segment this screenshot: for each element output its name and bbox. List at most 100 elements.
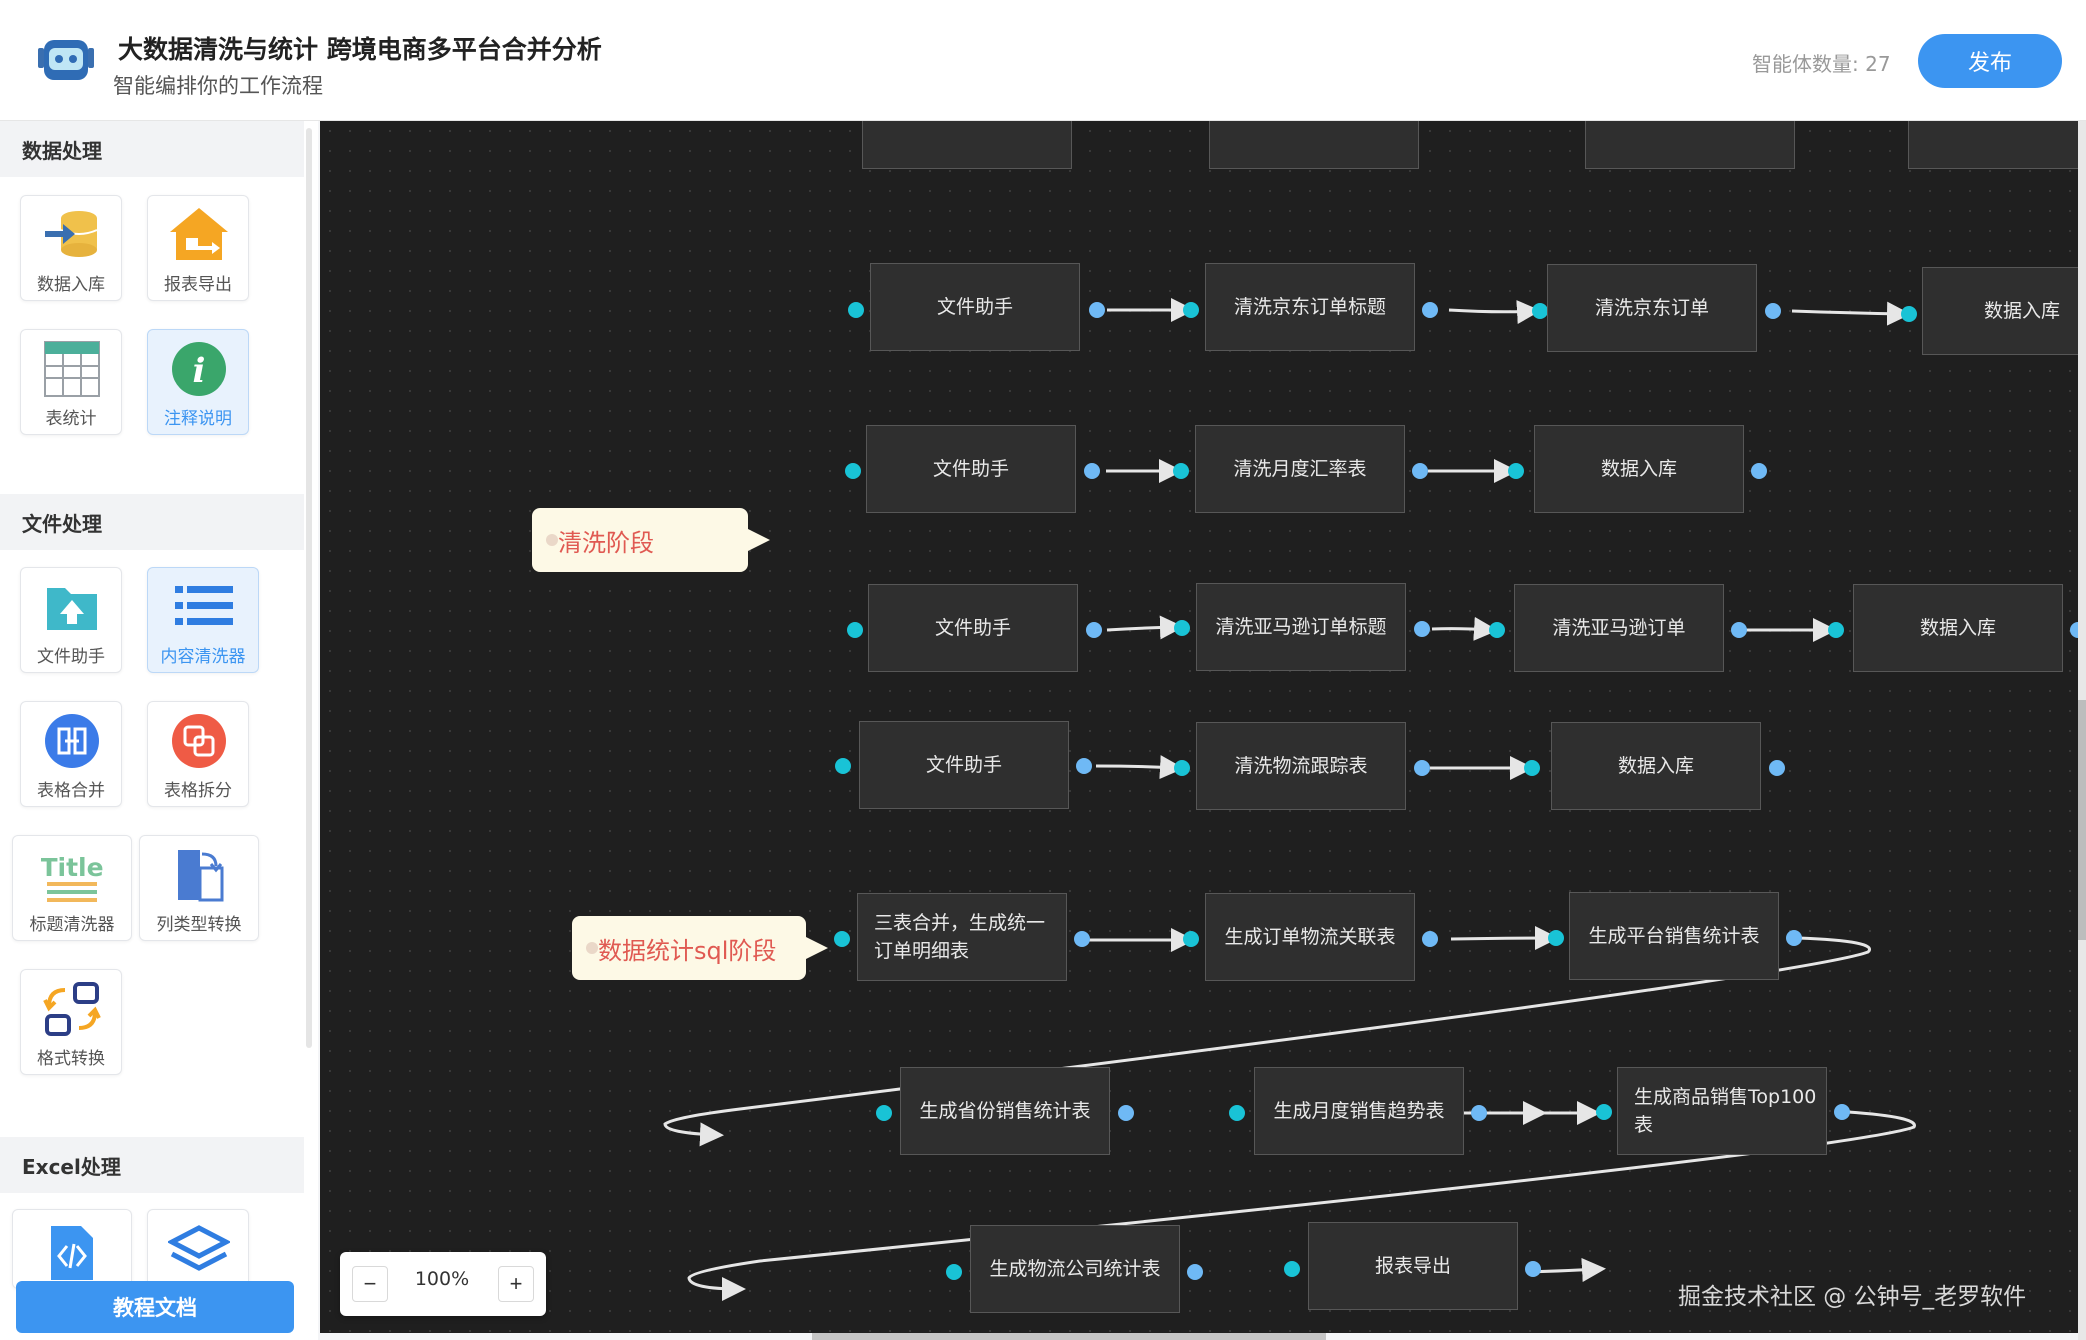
note-stats-stage[interactable]: 数据统计sql阶段 (572, 916, 828, 980)
workflow-node[interactable] (1585, 121, 1795, 169)
tool-file-helper[interactable]: 文件助手 (20, 567, 122, 673)
output-port[interactable] (1769, 760, 1785, 776)
input-port[interactable] (1901, 306, 1917, 322)
workflow-node[interactable] (1908, 121, 2078, 169)
node-clean-jd-title[interactable]: 清洗京东订单标题 (1205, 263, 1415, 351)
node-file-helper[interactable]: 文件助手 (859, 721, 1069, 809)
layers-icon (168, 1225, 230, 1271)
node-logistics-company-stats[interactable]: 生成物流公司统计表 (970, 1225, 1180, 1313)
output-port[interactable] (1525, 1261, 1541, 1277)
tool-data-import[interactable]: 数据入库 (20, 195, 122, 301)
input-port[interactable] (1489, 622, 1505, 638)
title-icon: Title (41, 853, 103, 902)
output-port[interactable] (1089, 302, 1105, 318)
input-port[interactable] (1828, 622, 1844, 638)
output-port[interactable] (1786, 930, 1802, 946)
node-file-helper[interactable]: 文件助手 (866, 425, 1076, 513)
input-port[interactable] (848, 302, 864, 318)
tool-column-convert[interactable]: 列类型转换 (139, 835, 259, 941)
node-data-import[interactable]: 数据入库 (1922, 267, 2078, 355)
workflow-node[interactable] (862, 121, 1072, 169)
output-port[interactable] (1412, 463, 1428, 479)
tool-table-stats[interactable]: 表统计 (20, 329, 122, 435)
node-data-import[interactable]: 数据入库 (1534, 425, 1744, 513)
tool-report-export[interactable]: 报表导出 (147, 195, 249, 301)
node-data-import[interactable]: 数据入库 (1853, 584, 2063, 672)
output-port[interactable] (1471, 1105, 1487, 1121)
node-clean-exchange-rate[interactable]: 清洗月度汇率表 (1195, 425, 1405, 513)
database-import-icon (45, 211, 98, 257)
node-file-helper[interactable]: 文件助手 (870, 263, 1080, 351)
output-port[interactable] (1731, 622, 1747, 638)
robot-logo-icon (38, 40, 94, 80)
tool-label: 表格拆分 (164, 781, 232, 801)
node-clean-amazon-title[interactable]: 清洗亚马逊订单标题 (1196, 583, 1406, 671)
node-monthly-sales-trend[interactable]: 生成月度销售趋势表 (1254, 1067, 1464, 1155)
input-port[interactable] (1508, 463, 1524, 479)
input-port[interactable] (1532, 303, 1548, 319)
tool-title-cleaner[interactable]: Title 标题清洗器 (12, 835, 132, 941)
node-report-export[interactable]: 报表导出 (1308, 1222, 1518, 1310)
output-port[interactable] (1086, 622, 1102, 638)
output-port[interactable] (1084, 463, 1100, 479)
workflow-canvas[interactable]: 清洗阶段 数据统计sql阶段 文件助手 清洗京东订单标题 清洗京东订单 数据入库… (320, 121, 2078, 1333)
input-port[interactable] (1548, 930, 1564, 946)
sidebar-scrollbar[interactable] (306, 128, 312, 1048)
output-port[interactable] (1074, 931, 1090, 947)
publish-button[interactable]: 发布 (1918, 34, 2062, 88)
page-title: 大数据清洗与统计 跨境电商多平台合并分析 (118, 35, 602, 64)
workflow-node[interactable] (1209, 121, 1419, 169)
output-port[interactable] (1414, 621, 1430, 637)
node-top100-products[interactable]: 生成商品销售Top100表 (1617, 1067, 1827, 1155)
node-merge-three-tables[interactable]: 三表合并，生成统一订单明细表 (857, 893, 1067, 981)
canvas-horizontal-scroll-thumb[interactable] (812, 1333, 1326, 1340)
input-port[interactable] (946, 1264, 962, 1280)
node-clean-jd-orders[interactable]: 清洗京东订单 (1547, 264, 1757, 352)
output-port[interactable] (1834, 1104, 1850, 1120)
input-port[interactable] (1229, 1105, 1245, 1121)
input-port[interactable] (1596, 1104, 1612, 1120)
tutorial-docs-button[interactable]: 教程文档 (16, 1281, 294, 1333)
input-port[interactable] (1524, 760, 1540, 776)
input-port[interactable] (835, 758, 851, 774)
input-port[interactable] (1174, 760, 1190, 776)
input-port[interactable] (834, 931, 850, 947)
input-port[interactable] (1173, 463, 1189, 479)
tool-annotation[interactable]: i 注释说明 (147, 329, 249, 435)
output-port[interactable] (1414, 760, 1430, 776)
node-data-import[interactable]: 数据入库 (1551, 722, 1761, 810)
tool-code[interactable] (12, 1209, 132, 1289)
input-port[interactable] (876, 1105, 892, 1121)
node-order-logistics-join[interactable]: 生成订单物流关联表 (1205, 893, 1415, 981)
tool-content-cleaner[interactable]: 内容清洗器 (147, 567, 259, 673)
input-port[interactable] (1183, 302, 1199, 318)
zoom-in-button[interactable]: + (498, 1266, 534, 1302)
output-port[interactable] (1187, 1264, 1203, 1280)
input-port[interactable] (1183, 931, 1199, 947)
tool-format-convert[interactable]: 格式转换 (20, 969, 122, 1075)
zoom-control: − 100% + (340, 1252, 546, 1316)
tool-label: 格式转换 (37, 1049, 105, 1069)
zoom-out-button[interactable]: − (352, 1266, 388, 1302)
output-port[interactable] (1076, 758, 1092, 774)
output-port[interactable] (1422, 302, 1438, 318)
input-port[interactable] (847, 622, 863, 638)
output-port[interactable] (1751, 463, 1767, 479)
tool-layers[interactable] (147, 1209, 249, 1289)
note-cleaning-stage[interactable]: 清洗阶段 (532, 508, 770, 572)
canvas-vertical-scroll-thumb[interactable] (2078, 700, 2086, 940)
output-port[interactable] (1422, 931, 1438, 947)
input-port[interactable] (845, 463, 861, 479)
tool-label: 表格合并 (37, 781, 105, 801)
tool-table-merge[interactable]: 表格合并 (20, 701, 122, 807)
input-port[interactable] (1284, 1261, 1300, 1277)
node-file-helper[interactable]: 文件助手 (868, 584, 1078, 672)
output-port[interactable] (1765, 303, 1781, 319)
node-clean-amazon-orders[interactable]: 清洗亚马逊订单 (1514, 584, 1724, 672)
input-port[interactable] (1174, 620, 1190, 636)
tool-table-split[interactable]: 表格拆分 (147, 701, 249, 807)
output-port[interactable] (1118, 1105, 1134, 1121)
node-province-sales-stats[interactable]: 生成省份销售统计表 (900, 1067, 1110, 1155)
node-platform-sales-stats[interactable]: 生成平台销售统计表 (1569, 892, 1779, 980)
node-clean-logistics[interactable]: 清洗物流跟踪表 (1196, 722, 1406, 810)
